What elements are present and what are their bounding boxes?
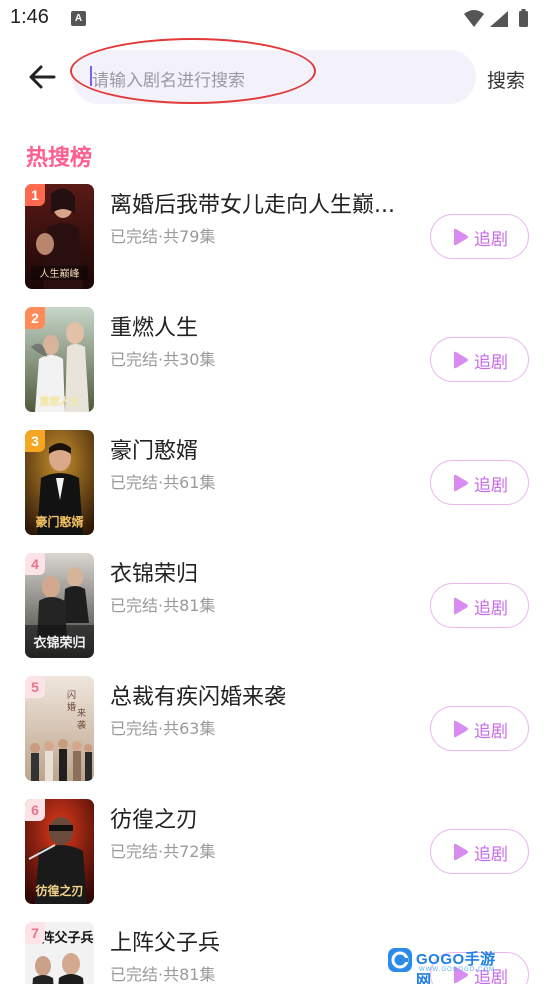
drama-cover: 衣锦荣归 4 <box>25 553 94 658</box>
play-icon <box>454 720 468 738</box>
list-item[interactable]: 闪 婚 来 袭 5 总裁有疾闪婚来袭 已完结·共63集 追剧 <box>0 676 554 782</box>
a-icon: A <box>71 11 86 26</box>
follow-label: 追剧 <box>474 230 508 250</box>
drama-title: 彷徨之刃 <box>110 808 199 833</box>
arrow-left-icon[interactable] <box>26 60 60 94</box>
drama-cover: 上阵父子兵 7 <box>25 922 94 984</box>
rank-badge: 4 <box>25 553 45 575</box>
drama-meta: 已完结·共79集 <box>110 227 216 246</box>
drama-cover: 重燃人生 2 <box>25 307 94 412</box>
rank-badge: 6 <box>25 799 45 821</box>
follow-button[interactable]: 追剧 <box>430 460 529 505</box>
rank-badge: 5 <box>25 676 45 698</box>
drama-title: 豪门憨婿 <box>110 439 199 464</box>
drama-cover: 闪 婚 来 袭 5 <box>25 676 94 781</box>
watermark-subtext: WWW.GOGOGO.COM <box>419 967 495 973</box>
drama-title: 上阵父子兵 <box>110 931 221 956</box>
battery-icon <box>519 9 528 27</box>
logo-icon <box>388 948 412 972</box>
svg-text:豪门憨婿: 豪门憨婿 <box>35 514 83 529</box>
signal-icon <box>490 11 508 27</box>
drama-meta: 已完结·共81集 <box>110 596 216 615</box>
list-item[interactable]: 衣锦荣归 4 衣锦荣归 已完结·共81集 追剧 <box>0 553 554 659</box>
svg-text:婚: 婚 <box>67 701 76 713</box>
status-icons <box>462 8 542 30</box>
drama-title: 离婚后我带女儿走向人生巅... <box>110 193 395 218</box>
play-icon <box>454 351 468 369</box>
drama-meta: 已完结·共81集 <box>110 965 216 984</box>
drama-meta: 已完结·共61集 <box>110 473 216 492</box>
wifi-icon <box>464 10 484 27</box>
search-header <box>0 48 554 106</box>
play-icon <box>454 474 468 492</box>
follow-button[interactable]: 追剧 <box>430 337 529 382</box>
svg-text:重燃人生: 重燃人生 <box>40 395 80 408</box>
drama-title: 重燃人生 <box>110 316 199 341</box>
list-item[interactable]: 彷徨之刃 6 彷徨之刃 已完结·共72集 追剧 <box>0 799 554 905</box>
rank-badge: 7 <box>25 922 45 944</box>
list-item[interactable]: 人生巅峰 1 离婚后我带女儿走向人生巅... 已完结·共79集 追剧 <box>0 184 554 290</box>
svg-text:闪: 闪 <box>67 690 76 701</box>
svg-text:衣锦荣归: 衣锦荣归 <box>33 635 85 651</box>
svg-text:彷徨之刃: 彷徨之刃 <box>35 883 83 898</box>
drama-cover: 豪门憨婿 3 <box>25 430 94 535</box>
hot-list-title: 热搜榜 <box>26 146 93 171</box>
watermark: GOGO手游网 WWW.GOGOGO.COM <box>386 944 506 984</box>
status-bar: 1:46 A <box>0 0 554 40</box>
list-item[interactable]: 重燃人生 2 重燃人生 已完结·共30集 追剧 <box>0 307 554 413</box>
follow-label: 追剧 <box>474 476 508 496</box>
drama-cover: 彷徨之刃 6 <box>25 799 94 904</box>
follow-label: 追剧 <box>474 599 508 619</box>
drama-title: 总裁有疾闪婚来袭 <box>110 685 287 710</box>
drama-cover: 人生巅峰 1 <box>25 184 94 289</box>
list-item[interactable]: 豪门憨婿 3 豪门憨婿 已完结·共61集 追剧 <box>0 430 554 536</box>
follow-button[interactable]: 追剧 <box>430 706 529 751</box>
follow-label: 追剧 <box>474 845 508 865</box>
follow-label: 追剧 <box>474 353 508 373</box>
play-icon <box>454 843 468 861</box>
follow-button[interactable]: 追剧 <box>430 829 529 874</box>
drama-meta: 已完结·共30集 <box>110 350 216 369</box>
play-icon <box>454 228 468 246</box>
follow-label: 追剧 <box>474 722 508 742</box>
follow-button[interactable]: 追剧 <box>430 214 529 259</box>
rank-badge: 2 <box>25 307 45 329</box>
watermark-text: GOGO手游网 <box>416 951 496 984</box>
rank-badge: 3 <box>25 430 45 452</box>
follow-button[interactable]: 追剧 <box>430 583 529 628</box>
search-button[interactable]: 搜索 <box>487 66 525 93</box>
play-icon <box>454 597 468 615</box>
drama-title: 衣锦荣归 <box>110 562 199 587</box>
svg-text:袭: 袭 <box>77 719 86 731</box>
drama-meta: 已完结·共63集 <box>110 719 216 738</box>
search-placeholder: 请输入剧名进行搜索 <box>92 71 245 91</box>
rank-badge: 1 <box>25 184 45 206</box>
svg-text:人生巅峰: 人生巅峰 <box>40 267 80 280</box>
svg-text:来: 来 <box>77 708 86 719</box>
drama-meta: 已完结·共72集 <box>110 842 216 861</box>
status-time: 1:46 <box>10 6 49 28</box>
